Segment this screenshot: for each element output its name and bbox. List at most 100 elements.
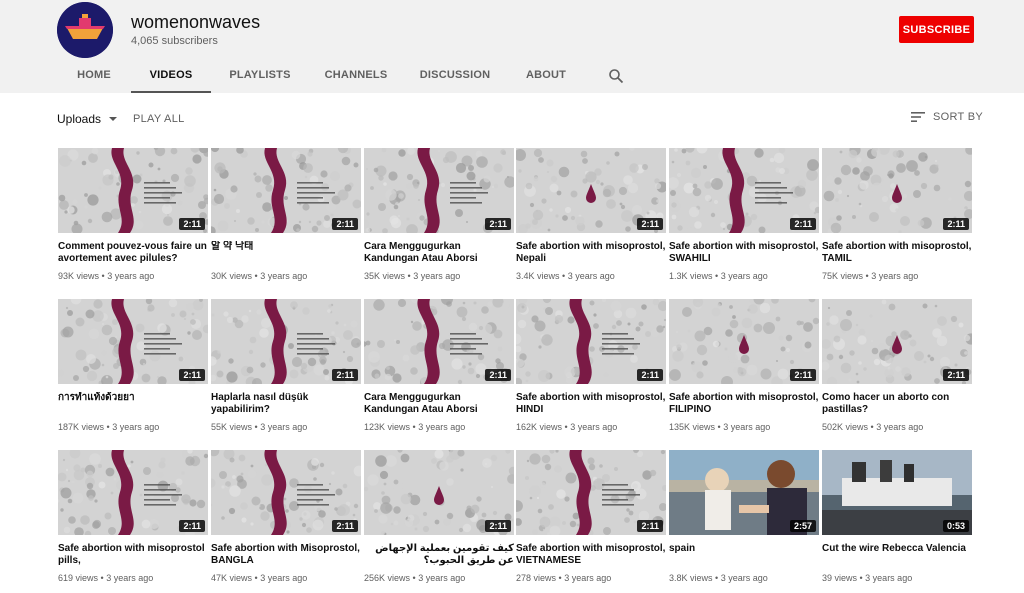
meta-separator: • xyxy=(868,422,877,432)
video-card[interactable]: 2:11 Safe abortion with misoprostol, TAMI… xyxy=(822,148,972,281)
video-title[interactable]: كيف تقومين بعملية الإجهاض عن طريق الحبوب… xyxy=(364,543,514,567)
video-duration: 2:11 xyxy=(332,218,358,230)
video-title[interactable]: Safe abortion with misoprostol, FILIPINO xyxy=(669,392,819,416)
video-title[interactable]: Safe abortion with misoprostol, TAMIL xyxy=(822,241,972,265)
meta-separator: • xyxy=(99,271,108,281)
video-card[interactable]: 2:11 Comment pouvez-vous faire un avortem… xyxy=(58,148,208,281)
video-card[interactable]: 2:11 Safe abortion with Misoprostol, BANG… xyxy=(211,450,361,583)
video-title[interactable]: Safe abortion with misoprostol, Nepali xyxy=(516,241,666,265)
video-card[interactable]: 2:11 Como hacer un aborto con pastillas? 5… xyxy=(822,299,972,432)
subscribe-button[interactable]: SUBSCRIBE xyxy=(899,16,974,43)
view-count: 47K views xyxy=(211,573,253,583)
video-card[interactable]: 2:11 Safe abortion with misoprostol, FILI… xyxy=(669,299,819,432)
video-thumbnail[interactable]: 2:11 xyxy=(669,299,819,384)
upload-age: 3 years ago xyxy=(720,573,768,583)
upload-age: 3 years ago xyxy=(723,422,771,432)
video-title[interactable]: Safe abortion with misoprostol, SWAHILI xyxy=(669,241,819,265)
video-thumbnail[interactable]: 2:11 xyxy=(516,299,666,384)
video-card[interactable]: 2:11 Cara Menggugurkan Kandungan Atau Abo… xyxy=(364,148,514,281)
uploads-dropdown[interactable]: Uploads xyxy=(57,112,118,126)
video-thumbnail[interactable]: 0:53 xyxy=(822,450,972,535)
tab-home[interactable]: HOME xyxy=(57,60,131,93)
view-count: 3.8K views xyxy=(669,573,713,583)
video-duration: 2:11 xyxy=(485,218,511,230)
meta-separator: • xyxy=(252,422,261,432)
upload-age: 3 years ago xyxy=(871,271,919,281)
meta-separator: • xyxy=(715,422,724,432)
video-thumbnail[interactable]: 2:11 xyxy=(211,299,361,384)
video-thumbnail[interactable]: 2:11 xyxy=(516,148,666,233)
tab-channels[interactable]: CHANNELS xyxy=(309,60,403,93)
video-title[interactable]: Cara Menggugurkan Kandungan Atau Aborsi xyxy=(364,392,514,416)
video-title[interactable]: Cara Menggugurkan Kandungan Atau Aborsi xyxy=(364,241,514,265)
tab-playlists[interactable]: PLAYLISTS xyxy=(211,60,309,93)
video-thumbnail[interactable]: 2:11 xyxy=(822,299,972,384)
meta-separator: • xyxy=(712,573,721,583)
sort-by-button[interactable]: SORT BY xyxy=(911,111,983,123)
video-title[interactable]: Safe abortion with misoprostol pills, xyxy=(58,543,208,567)
chevron-down-icon xyxy=(109,117,118,121)
channel-avatar[interactable] xyxy=(57,2,113,58)
video-card[interactable]: 2:57 spain 3.8K views • 3 years ago xyxy=(669,450,819,583)
view-count: 162K views xyxy=(516,422,563,432)
video-meta: 256K views • 3 years ago xyxy=(364,573,514,583)
video-title[interactable]: การทำแท้งด้วยยา xyxy=(58,392,208,416)
video-card[interactable]: 2:11 알 약 낙태 30K views • 3 years ago xyxy=(211,148,361,281)
video-title[interactable]: Safe abortion with Misoprostol, BANGLA xyxy=(211,543,361,567)
video-title[interactable]: Safe abortion with misoprostol, VIETNAME… xyxy=(516,543,666,567)
video-card[interactable]: 2:11 Safe abortion with misoprostol, SWAH… xyxy=(669,148,819,281)
view-count: 3.4K views xyxy=(516,271,560,281)
meta-separator: • xyxy=(98,573,107,583)
video-card[interactable]: 2:11 การทำแท้งด้วยยา 187K views • 3 years … xyxy=(58,299,208,432)
video-card[interactable]: 2:11 كيف تقومين بعملية الإجهاض عن طريق ال… xyxy=(364,450,514,583)
video-thumbnail[interactable]: 2:11 xyxy=(364,148,514,233)
video-thumbnail[interactable]: 2:11 xyxy=(364,450,514,535)
video-thumbnail[interactable]: 2:11 xyxy=(58,299,208,384)
video-thumbnail[interactable]: 2:11 xyxy=(516,450,666,535)
view-count: 75K views xyxy=(822,271,864,281)
video-thumbnail[interactable]: 2:11 xyxy=(364,299,514,384)
video-card[interactable]: 2:11 Haplarla nasıl düşük yapabilirim? 55K… xyxy=(211,299,361,432)
video-title[interactable]: Como hacer un aborto con pastillas? xyxy=(822,392,972,416)
video-title[interactable]: Comment pouvez-vous faire un avortement … xyxy=(58,241,208,265)
upload-age: 3 years ago xyxy=(107,271,155,281)
video-meta: 35K views • 3 years ago xyxy=(364,271,514,281)
video-duration: 2:11 xyxy=(637,520,663,532)
sort-by-label: SORT BY xyxy=(933,111,983,123)
view-count: 123K views xyxy=(364,422,411,432)
video-meta: 39 views • 3 years ago xyxy=(822,573,972,583)
video-card[interactable]: 2:11 Cara Menggugurkan Kandungan Atau Abo… xyxy=(364,299,514,432)
view-count: 187K views xyxy=(58,422,105,432)
video-duration: 2:11 xyxy=(332,369,358,381)
video-title[interactable]: Cut the wire Rebecca Valencia xyxy=(822,543,972,567)
tab-discussion[interactable]: DISCUSSION xyxy=(403,60,507,93)
video-thumbnail[interactable]: 2:57 xyxy=(669,450,819,535)
play-all-button[interactable]: PLAY ALL xyxy=(133,113,185,125)
video-title[interactable]: 알 약 낙태 xyxy=(211,241,361,265)
video-duration: 2:11 xyxy=(943,369,969,381)
video-card[interactable]: 2:11 Safe abortion with misoprostol, HIND… xyxy=(516,299,666,432)
video-duration: 2:11 xyxy=(179,218,205,230)
video-title[interactable]: Haplarla nasıl düşük yapabilirim? xyxy=(211,392,361,416)
tab-videos[interactable]: VIDEOS xyxy=(131,60,211,93)
search-icon[interactable] xyxy=(608,68,624,84)
upload-age: 3 years ago xyxy=(413,271,461,281)
tab-about[interactable]: ABOUT xyxy=(507,60,585,93)
video-thumbnail[interactable]: 2:11 xyxy=(822,148,972,233)
video-thumbnail[interactable]: 2:11 xyxy=(58,450,208,535)
video-duration: 2:11 xyxy=(179,369,205,381)
video-duration: 2:11 xyxy=(637,369,663,381)
video-thumbnail[interactable]: 2:11 xyxy=(211,148,361,233)
video-card[interactable]: 0:53 Cut the wire Rebecca Valencia 39 view… xyxy=(822,450,972,583)
video-card[interactable]: 2:11 Safe abortion with misoprostol, VIET… xyxy=(516,450,666,583)
video-card[interactable]: 2:11 Safe abortion with misoprostol, Nepa… xyxy=(516,148,666,281)
video-thumbnail[interactable]: 2:11 xyxy=(58,148,208,233)
video-title[interactable]: spain xyxy=(669,543,819,567)
video-duration: 2:11 xyxy=(485,369,511,381)
video-thumbnail[interactable]: 2:11 xyxy=(669,148,819,233)
view-count: 1.3K views xyxy=(669,271,713,281)
video-card[interactable]: 2:11 Safe abortion with misoprostol pills… xyxy=(58,450,208,583)
video-title[interactable]: Safe abortion with misoprostol, HINDI xyxy=(516,392,666,416)
video-thumbnail[interactable]: 2:11 xyxy=(211,450,361,535)
video-meta: 187K views • 3 years ago xyxy=(58,422,208,432)
